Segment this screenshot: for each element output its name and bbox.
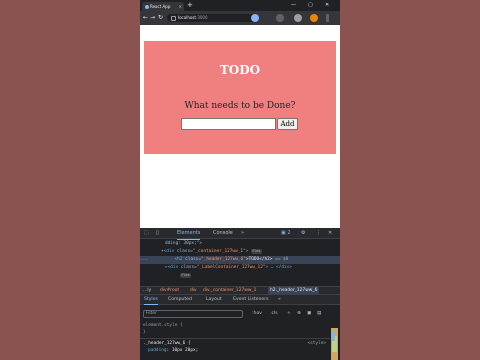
breadcrumb-item-active[interactable]: h2._header_127ww_6 — [268, 287, 320, 294]
box-model-strip — [331, 328, 338, 360]
styles-rules: element.style { } ._header_127ww_6 { <st… — [140, 322, 330, 360]
tab-close-icon[interactable]: ✕ — [179, 2, 182, 11]
menu-kebab-icon[interactable] — [326, 14, 329, 22]
more-tabs-button[interactable]: » — [241, 228, 244, 239]
header-rule[interactable]: ._header_127ww_6 { — [143, 340, 191, 347]
css-property[interactable]: padding: 10px 20px; — [148, 347, 198, 354]
dom-text: >TODO</h2> — [246, 257, 273, 262]
rule-brace: } — [143, 330, 146, 335]
css-property-name: padding — [148, 348, 167, 353]
url-host: localhost — [178, 15, 196, 20]
dom-attr-text: dding: 30px;"> — [165, 241, 203, 246]
inspect-element-icon[interactable]: ⬚ — [144, 230, 149, 237]
rule-divider — [140, 338, 330, 339]
dom-attr: class= — [180, 265, 197, 270]
maximize-icon[interactable]: ▢ — [308, 2, 313, 9]
extensions-puzzle-icon[interactable] — [294, 14, 302, 22]
dom-tag: > … </div> — [265, 265, 292, 270]
more-style-tabs-button[interactable]: » — [278, 295, 281, 305]
todo-input[interactable] — [181, 118, 276, 130]
dom-tree: dding: 30px;"> ▾<div class="_container_1… — [140, 240, 340, 285]
dom-attr: class= — [176, 249, 193, 254]
dom-attr: class= — [185, 257, 202, 262]
browser-toolbar: ← → ↻ localhost:3000 — [140, 11, 340, 25]
breadcrumb: …ly div#root div div._container_127ww_1 … — [140, 286, 340, 295]
dom-tag: > — [245, 249, 249, 254]
dom-tag: <h2 — [174, 257, 186, 262]
address-bar[interactable]: localhost:3000 — [167, 14, 257, 22]
flex-badge[interactable]: flex — [180, 273, 191, 278]
flex-badge[interactable]: flex — [250, 249, 262, 254]
dom-attr-value: "_header_127ww_6" — [201, 257, 246, 262]
rule-selector: ._header_127ww_6 { — [143, 341, 191, 346]
url-port: :3000 — [195, 15, 208, 20]
dom-line-label-container[interactable]: ▸<div class="_LabelContainer_127ww_12"> … — [165, 264, 340, 272]
pin-icon[interactable]: ⊕ — [297, 311, 301, 317]
class-toggle[interactable]: .cls — [270, 311, 278, 317]
styles-tab-bar: Styles Computed Layout Event Listeners » — [140, 295, 340, 305]
styles-filter-bar: Filter :hov .cls + ⊕ ▣ ▤ — [140, 308, 340, 320]
dom-tag: <div — [167, 265, 181, 270]
breadcrumb-item[interactable]: …ly — [143, 287, 151, 294]
rule-close: } — [143, 329, 146, 336]
dom-line-prefix: ... — [140, 257, 148, 262]
computed-sidebar-icon[interactable]: ▣ — [307, 311, 311, 317]
breadcrumb-item[interactable]: div — [190, 287, 197, 294]
hover-state-toggle[interactable]: :hov — [252, 311, 262, 317]
rule-selector: element.style { — [143, 323, 183, 328]
phone-frame: React App ✕ + — ▢ ✕ ← → ↻ localhost:3000… — [140, 0, 340, 360]
new-rule-button[interactable]: + — [287, 311, 291, 317]
devtools-close-icon[interactable]: ✕ — [328, 230, 332, 237]
react-favicon-icon — [145, 5, 149, 9]
close-window-icon[interactable]: ✕ — [325, 2, 329, 9]
todo-container: TODO What needs to be Done? Add — [144, 41, 336, 154]
tab-console[interactable]: Console — [213, 228, 233, 239]
styles-filter-input[interactable]: Filter — [143, 310, 243, 318]
back-icon[interactable]: ← — [143, 14, 148, 22]
extension-icon[interactable] — [276, 14, 284, 22]
dom-tag: <div — [163, 249, 177, 254]
settings-gear-icon[interactable]: ⚙ — [301, 230, 305, 237]
dom-line-badge[interactable]: flex — [180, 272, 340, 280]
devtools-panel: ⬚ ▯ Elements Console » ▣ 2 ⚙ ⋮ ✕ dding: … — [140, 228, 340, 360]
breadcrumb-item[interactable]: div._container_127ww_1 — [203, 287, 256, 294]
add-button[interactable]: Add — [277, 118, 298, 130]
devtools-menu-icon[interactable]: ⋮ — [316, 230, 321, 237]
element-style-rule[interactable]: element.style { — [143, 322, 183, 329]
tab-layout[interactable]: Layout — [206, 295, 222, 305]
dom-line[interactable]: dding: 30px;"> — [165, 240, 340, 248]
forward-icon[interactable]: → — [150, 14, 155, 22]
site-info-icon[interactable] — [171, 15, 176, 21]
dom-attr-value: "_LabelContainer_127ww_12" — [196, 265, 266, 270]
tab-computed[interactable]: Computed — [168, 295, 192, 305]
tab-styles[interactable]: Styles — [144, 295, 158, 305]
browser-tab[interactable]: React App ✕ — [142, 2, 184, 11]
new-tab-button[interactable]: + — [187, 1, 193, 10]
minimize-icon[interactable]: — — [291, 2, 296, 9]
page-viewport: TODO What needs to be Done? Add — [140, 25, 340, 228]
css-property-value: 10px 20px; — [171, 348, 199, 353]
tab-elements[interactable]: Elements — [177, 228, 201, 240]
issues-count: 2 — [287, 230, 291, 236]
browser-tab-bar: React App ✕ + — ▢ ✕ — [140, 0, 340, 11]
todo-question-label: What needs to be Done? — [184, 101, 296, 111]
tab-title: React App — [150, 4, 171, 9]
device-toolbar-icon[interactable]: ▯ — [156, 230, 159, 237]
dom-line-selected[interactable]: ... <h2 class="_header_127ww_6">TODO</h2… — [140, 256, 340, 264]
bookmark-icon[interactable] — [251, 14, 259, 22]
rule-source-link[interactable]: <style> — [307, 340, 326, 347]
dom-line-container[interactable]: ▾<div class="_container_127ww_1"> flex — [161, 248, 340, 256]
breadcrumb-item[interactable]: div#root — [160, 287, 179, 294]
tab-event-listeners[interactable]: Event Listeners — [233, 295, 269, 305]
rendering-emulation-icon[interactable]: ▤ — [317, 311, 321, 317]
dom-selected-marker: == $0 — [272, 257, 289, 262]
issues-badge[interactable]: ▣ 2 — [281, 230, 291, 237]
profile-avatar-icon[interactable] — [310, 14, 318, 22]
todo-header: TODO — [219, 63, 261, 77]
reload-icon[interactable]: ↻ — [158, 14, 163, 22]
box-model-content — [332, 331, 335, 341]
dom-attr-value: "_container_127ww_1" — [192, 249, 246, 254]
devtools-tab-bar: ⬚ ▯ Elements Console » ▣ 2 ⚙ ⋮ ✕ — [140, 228, 340, 240]
